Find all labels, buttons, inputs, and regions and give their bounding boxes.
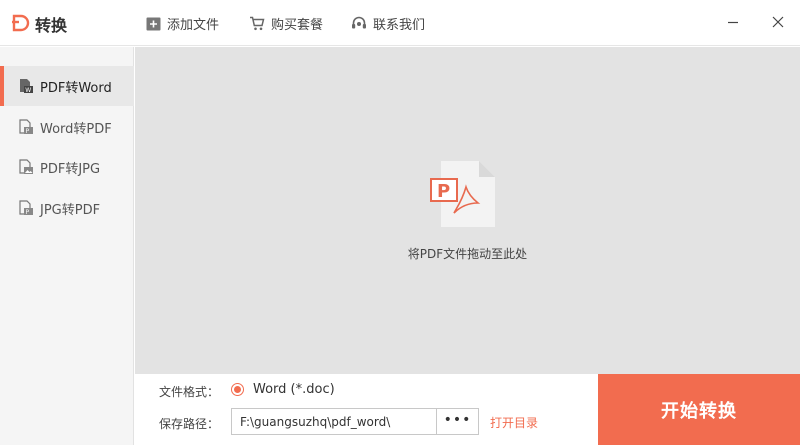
browse-button[interactable]: ••• — [437, 408, 479, 435]
svg-text:P: P — [26, 209, 30, 216]
contact-us-button[interactable]: 联系我们 — [351, 14, 425, 33]
minimize-icon[interactable] — [723, 12, 743, 32]
drop-hint-text: 将PDF文件拖动至此处 — [407, 247, 528, 261]
pdf-doc-icon: P — [19, 119, 33, 135]
sidebar-item-label: JPG转PDF — [40, 202, 101, 218]
format-radio-word[interactable] — [231, 383, 244, 396]
image-doc-icon — [19, 159, 33, 174]
app-logo-icon — [12, 14, 30, 32]
sidebar-item-pdf-to-word[interactable]: W PDF转Word — [0, 66, 134, 106]
headset-icon — [352, 16, 366, 29]
sidebar-item-pdf-to-jpg[interactable]: PDF转JPG — [0, 147, 134, 187]
app-title: 转换 — [35, 16, 68, 35]
start-conversion-label: 开始转换 — [661, 400, 737, 422]
add-file-button[interactable]: 添加文件 — [146, 14, 219, 33]
save-path-input[interactable] — [231, 408, 437, 435]
sidebar-item-jpg-to-pdf[interactable]: P JPG转PDF — [0, 188, 134, 228]
save-path-label: 保存路径： — [159, 417, 220, 431]
contact-us-label: 联系我们 — [373, 18, 426, 33]
svg-text:P: P — [437, 181, 450, 202]
title-bar: 转换 添加文件 购买套餐 联系我们 — [0, 0, 800, 46]
start-conversion-button[interactable]: 开始转换 — [598, 374, 800, 445]
svg-text:W: W — [25, 87, 31, 94]
sidebar-item-word-to-pdf[interactable]: P Word转PDF — [0, 107, 134, 147]
buy-plan-button[interactable]: 购买套餐 — [249, 14, 323, 33]
svg-text:P: P — [26, 128, 30, 135]
open-directory-link[interactable]: 打开目录 — [490, 414, 538, 431]
word-doc-icon: W — [20, 79, 33, 94]
add-file-icon — [146, 17, 161, 30]
buy-plan-label: 购买套餐 — [271, 18, 324, 33]
cart-icon — [250, 16, 265, 31]
pdf-doc-icon: P — [19, 200, 33, 216]
add-file-label: 添加文件 — [167, 18, 220, 33]
file-drop-zone[interactable]: P 将PDF文件拖动至此处 — [135, 47, 800, 374]
format-option-label: Word (*.doc) — [253, 382, 335, 397]
settings-panel: 文件格式： Word (*.doc) 保存路径： ••• 打开目录 — [135, 374, 598, 445]
close-icon[interactable] — [768, 12, 788, 32]
format-label: 文件格式： — [159, 385, 220, 399]
sidebar-item-label: PDF转JPG — [40, 161, 101, 177]
pdf-file-icon: P — [430, 161, 495, 227]
sidebar-item-label: PDF转Word — [40, 80, 112, 96]
sidebar: W PDF转Word P Word转PDF PDF转JPG P JPG转PDF — [0, 47, 134, 445]
sidebar-item-label: Word转PDF — [40, 121, 112, 137]
